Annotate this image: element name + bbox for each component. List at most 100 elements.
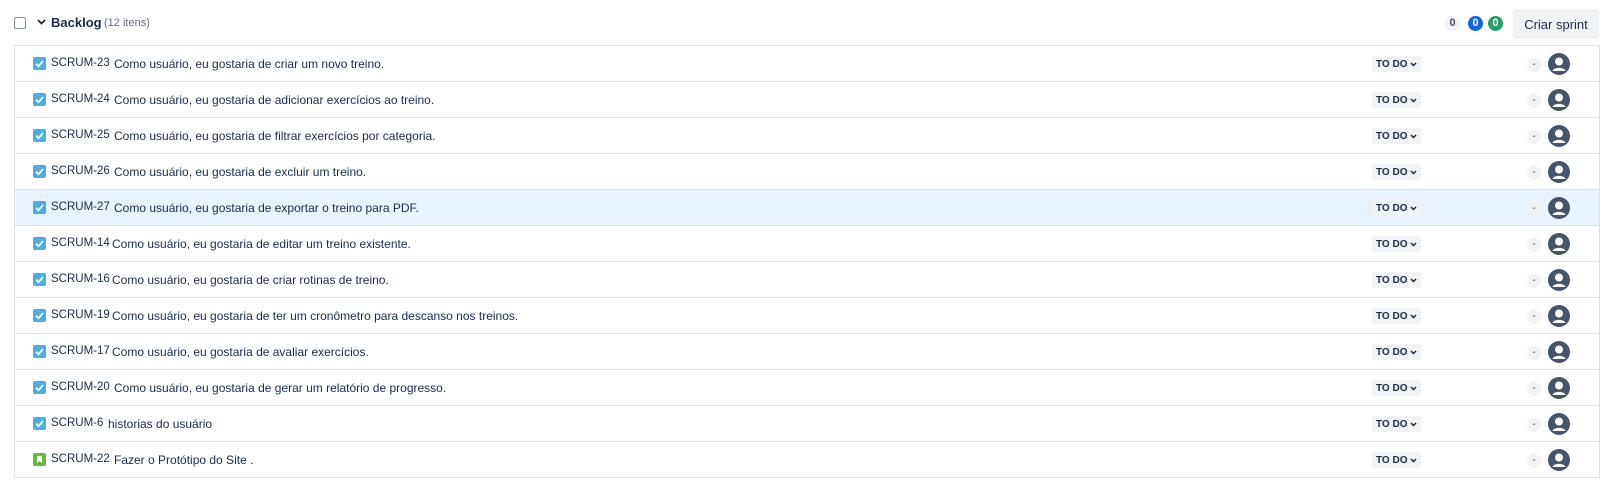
assignee-avatar-icon[interactable]: [1547, 448, 1571, 472]
assignee-avatar-icon[interactable]: [1547, 196, 1571, 220]
assignee-avatar-icon[interactable]: [1547, 88, 1571, 112]
backlog-title[interactable]: Backlog: [51, 15, 102, 30]
status-label: TO DO: [1376, 202, 1408, 214]
chevron-down-icon: [1410, 59, 1418, 70]
status-label: TO DO: [1376, 58, 1408, 70]
story-icon: [33, 453, 46, 466]
chevron-down-icon: [1410, 311, 1418, 322]
story-points-estimate[interactable]: -: [1527, 454, 1541, 468]
status-dropdown[interactable]: TO DO: [1372, 344, 1422, 360]
issue-row[interactable]: SCRUM-26 Como usuário, eu gostaria de exc…: [15, 154, 1599, 190]
status-dropdown[interactable]: TO DO: [1372, 164, 1422, 180]
status-label: TO DO: [1376, 382, 1408, 394]
status-label: TO DO: [1376, 346, 1408, 358]
issue-row[interactable]: SCRUM-17 Como usuário, eu gostaria de ava…: [15, 334, 1599, 370]
status-dropdown[interactable]: TO DO: [1372, 308, 1422, 324]
issue-key[interactable]: SCRUM-22: [51, 453, 110, 465]
assignee-avatar-icon[interactable]: [1547, 340, 1571, 364]
backlog-header: Backlog (12 itens) 0 0 0 Criar sprint: [0, 0, 1600, 46]
chevron-down-icon: [1410, 203, 1418, 214]
story-points-estimate[interactable]: -: [1527, 130, 1541, 144]
story-points-estimate[interactable]: -: [1527, 310, 1541, 324]
assignee-avatar-icon[interactable]: [1547, 160, 1571, 184]
issue-key[interactable]: SCRUM-19: [51, 309, 110, 321]
issue-key[interactable]: SCRUM-27: [51, 201, 110, 213]
story-points-estimate[interactable]: -: [1527, 346, 1541, 360]
issue-row[interactable]: SCRUM-22 Fazer o Protótipo do Site . TO DO…: [15, 442, 1599, 478]
issue-row[interactable]: SCRUM-27 Como usuário, eu gostaria de exp…: [15, 190, 1599, 226]
story-points-estimate[interactable]: -: [1527, 58, 1541, 72]
issue-summary[interactable]: Como usuário, eu gostaria de excluir um …: [114, 165, 366, 179]
task-checkbox-icon: [33, 201, 46, 214]
assignee-avatar-icon[interactable]: [1547, 412, 1571, 436]
issue-summary[interactable]: Como usuário, eu gostaria de exportar o …: [114, 201, 419, 215]
create-sprint-button[interactable]: Criar sprint: [1513, 9, 1599, 39]
issue-summary[interactable]: Como usuário, eu gostaria de adicionar e…: [114, 93, 434, 107]
chevron-down-icon: [1410, 275, 1418, 286]
issue-row[interactable]: SCRUM-25 Como usuário, eu gostaria de fil…: [15, 118, 1599, 154]
status-dropdown[interactable]: TO DO: [1372, 200, 1422, 216]
status-label: TO DO: [1376, 130, 1408, 142]
assignee-avatar-icon[interactable]: [1547, 268, 1571, 292]
issue-key[interactable]: SCRUM-17: [51, 345, 110, 357]
issue-row[interactable]: SCRUM-20 Como usuário, eu gostaria de ger…: [15, 370, 1599, 406]
status-dropdown[interactable]: TO DO: [1372, 380, 1422, 396]
issue-summary[interactable]: Como usuário, eu gostaria de ter um cron…: [112, 309, 518, 323]
issue-row[interactable]: SCRUM-16 Como usuário, eu gostaria de cri…: [15, 262, 1599, 298]
story-points-estimate[interactable]: -: [1527, 274, 1541, 288]
chevron-down-icon: [1410, 131, 1418, 142]
chevron-down-icon[interactable]: [35, 14, 47, 30]
select-all-checkbox[interactable]: [14, 17, 26, 29]
assignee-avatar-icon[interactable]: [1547, 304, 1571, 328]
issue-summary[interactable]: Como usuário, eu gostaria de criar rotin…: [112, 273, 389, 287]
issue-key[interactable]: SCRUM-6: [51, 417, 103, 429]
status-label: TO DO: [1376, 310, 1408, 322]
status-dropdown[interactable]: TO DO: [1372, 56, 1422, 72]
story-points-estimate[interactable]: -: [1527, 238, 1541, 252]
issue-summary[interactable]: Como usuário, eu gostaria de gerar um re…: [114, 381, 446, 395]
issue-summary[interactable]: Como usuário, eu gostaria de filtrar exe…: [114, 129, 436, 143]
story-points-estimate[interactable]: -: [1527, 202, 1541, 216]
done-count-badge: 0: [1488, 16, 1503, 31]
issue-summary[interactable]: Fazer o Protótipo do Site .: [114, 453, 253, 467]
issue-summary[interactable]: Como usuário, eu gostaria de avaliar exe…: [112, 345, 369, 359]
assignee-avatar-icon[interactable]: [1547, 52, 1571, 76]
task-checkbox-icon: [33, 237, 46, 250]
chevron-down-icon: [1410, 167, 1418, 178]
issue-key[interactable]: SCRUM-20: [51, 381, 110, 393]
issue-summary[interactable]: historias do usuário: [108, 417, 212, 431]
task-checkbox-icon: [33, 129, 46, 142]
status-dropdown[interactable]: TO DO: [1372, 128, 1422, 144]
issue-key[interactable]: SCRUM-14: [51, 237, 110, 249]
status-dropdown[interactable]: TO DO: [1372, 452, 1422, 468]
story-points-estimate[interactable]: -: [1527, 382, 1541, 396]
issue-key[interactable]: SCRUM-25: [51, 129, 110, 141]
issue-key[interactable]: SCRUM-24: [51, 93, 110, 105]
chevron-down-icon: [1410, 95, 1418, 106]
story-points-estimate[interactable]: -: [1527, 418, 1541, 432]
assignee-avatar-icon[interactable]: [1547, 124, 1571, 148]
status-dropdown[interactable]: TO DO: [1372, 272, 1422, 288]
status-label: TO DO: [1376, 166, 1408, 178]
issue-summary[interactable]: Como usuário, eu gostaria de editar um t…: [112, 237, 411, 251]
issue-row[interactable]: SCRUM-6 historias do usuário TO DO -: [15, 406, 1599, 442]
assignee-avatar-icon[interactable]: [1547, 376, 1571, 400]
issue-key[interactable]: SCRUM-23: [51, 57, 110, 69]
status-dropdown[interactable]: TO DO: [1372, 92, 1422, 108]
story-points-estimate[interactable]: -: [1527, 166, 1541, 180]
task-checkbox-icon: [33, 165, 46, 178]
status-label: TO DO: [1376, 274, 1408, 286]
issue-row[interactable]: SCRUM-19 Como usuário, eu gostaria de ter…: [15, 298, 1599, 334]
story-points-estimate[interactable]: -: [1527, 94, 1541, 108]
issue-summary[interactable]: Como usuário, eu gostaria de criar um no…: [114, 57, 384, 71]
task-checkbox-icon: [33, 57, 46, 70]
status-dropdown[interactable]: TO DO: [1372, 236, 1422, 252]
issue-key[interactable]: SCRUM-26: [51, 165, 110, 177]
assignee-avatar-icon[interactable]: [1547, 232, 1571, 256]
issue-key[interactable]: SCRUM-16: [51, 273, 110, 285]
backlog-issue-list: SCRUM-23 Como usuário, eu gostaria de cri…: [14, 45, 1600, 478]
status-dropdown[interactable]: TO DO: [1372, 416, 1422, 432]
issue-row[interactable]: SCRUM-24 Como usuário, eu gostaria de adi…: [15, 82, 1599, 118]
issue-row[interactable]: SCRUM-23 Como usuário, eu gostaria de cri…: [15, 46, 1599, 82]
issue-row[interactable]: SCRUM-14 Como usuário, eu gostaria de edi…: [15, 226, 1599, 262]
